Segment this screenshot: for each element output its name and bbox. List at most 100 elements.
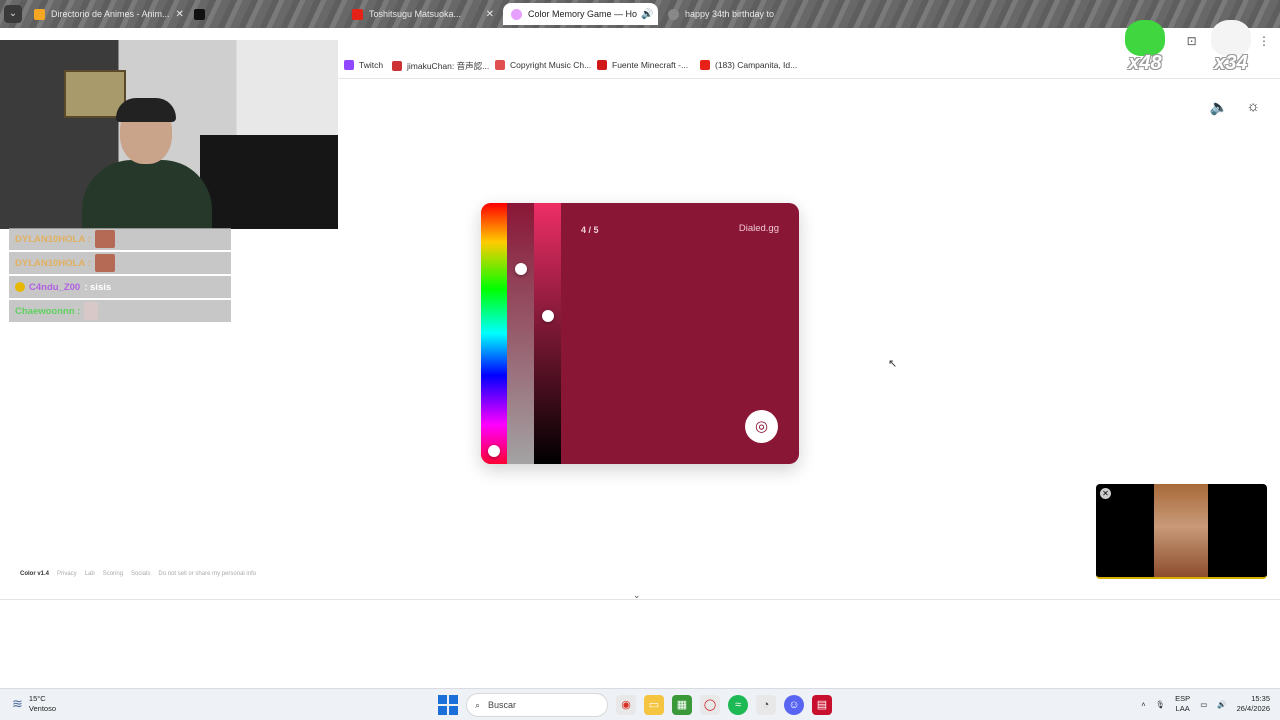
language-code: ESP <box>1175 694 1191 703</box>
hue-slider[interactable] <box>481 203 507 464</box>
chat-message: DYLAN10HOLA : <box>9 252 231 274</box>
discord-icon[interactable]: ☺ <box>784 695 804 715</box>
chat-message: Chaewoonnn : <box>9 300 231 322</box>
search-placeholder: Buscar <box>488 700 517 710</box>
taskbar-apps: ⌕ Buscar ◉ ▭ ▦ ◯ ≈ ◔ ☺ ▤ <box>438 693 832 717</box>
minecraft-icon[interactable]: ▦ <box>672 695 692 715</box>
version-label: Color v1.4 <box>20 571 50 577</box>
clock-time: 15:35 <box>1251 694 1270 703</box>
tab-youtube[interactable]: Toshitsugu Matsuoka... ✕ <box>344 3 502 25</box>
wind-icon: ≋ <box>12 696 23 711</box>
footer-link-socials[interactable]: Socials <box>131 571 150 577</box>
chat-message: DYLAN10HOLA : <box>9 228 231 250</box>
saturation-slider-handle[interactable] <box>515 263 527 275</box>
chat-username: DYLAN10HOLA : <box>15 233 91 245</box>
jimakuchan-icon <box>392 61 402 71</box>
browser-tab-strip: ⌄ Directorio de Animes - Anim... ✕ Toshi… <box>0 0 1280 28</box>
stream-chat: DYLAN10HOLA : DYLAN10HOLA : C4ndu_Z00 : … <box>9 228 231 324</box>
font-icon <box>597 60 607 70</box>
streamer-cap <box>116 98 176 122</box>
chevron-up-icon[interactable]: ˄ <box>1141 700 1145 709</box>
close-icon[interactable]: ✕ <box>1100 488 1111 499</box>
chat-username: DYLAN10HOLA : <box>15 257 91 269</box>
close-icon[interactable]: ✕ <box>653 9 658 20</box>
round-counter: 4 / 5 <box>581 225 599 235</box>
counter-white: x34 <box>1203 20 1259 75</box>
webcam-overlay <box>0 40 338 229</box>
color-game-card: 4 / 5 Dialed.gg ◎ <box>481 203 799 464</box>
tab-tiktok[interactable] <box>186 3 342 25</box>
windows-start-icon[interactable] <box>438 695 458 715</box>
footer-link-scoring[interactable]: Scoring <box>103 571 123 577</box>
hue-slider-handle[interactable] <box>488 445 500 457</box>
saturation-slider[interactable] <box>507 203 534 464</box>
streamer <box>82 98 212 229</box>
mini-video-player[interactable]: ✕ <box>1096 484 1267 579</box>
chevron-down-icon[interactable]: ⌄ <box>633 590 641 601</box>
badge-icon <box>15 282 25 292</box>
bookmark-campanita[interactable]: (183) Campanita, Id... <box>700 60 797 70</box>
tab-title: Directorio de Animes - Anim... <box>51 9 170 19</box>
footer-link-privacy[interactable]: Privacy <box>57 571 77 577</box>
network-icon[interactable]: ▭ <box>1200 700 1207 709</box>
bookmark-copyright-music[interactable]: Copyright Music Ch... <box>495 60 591 70</box>
menu-icon[interactable]: ⋮ <box>1258 34 1270 49</box>
language-indicator[interactable]: ESP LAA <box>1175 694 1190 714</box>
bookmark-label: (183) Campanita, Id... <box>715 60 798 70</box>
weather-widget[interactable]: ≋ 15°C Ventoso <box>12 694 56 714</box>
clock[interactable]: 15:35 26/4/2026 <box>1237 694 1270 714</box>
bookmark-label: Fuente Minecraft -... <box>612 60 689 70</box>
tab-favicon <box>511 8 522 20</box>
bookmark-label: Copyright Music Ch... <box>510 60 592 70</box>
footer-link-lab[interactable]: Lab <box>85 571 95 577</box>
chrome-icon[interactable]: ◉ <box>616 695 636 715</box>
bookmark-fuente-minecraft[interactable]: Fuente Minecraft -... <box>597 60 688 70</box>
emote-icon <box>94 254 115 272</box>
temperature: 15°C <box>28 694 46 703</box>
tab-favicon <box>34 8 45 20</box>
emote-icon <box>94 230 115 248</box>
emote-icon <box>84 302 99 320</box>
brightness-slider[interactable] <box>534 203 561 464</box>
speaker-icon[interactable]: 🔊 <box>637 9 653 20</box>
footer-links: Color v1.4 Privacy Lab Scoring Socials D… <box>20 571 256 577</box>
tab-favicon <box>668 8 679 20</box>
voicemeeter-icon[interactable]: ▤ <box>812 695 832 715</box>
search-icon: ⌕ <box>475 699 481 710</box>
tab-birthday[interactable]: happy 34th birthday to <box>660 3 820 25</box>
bookmark-twitch[interactable]: Twitch <box>344 60 383 70</box>
spotify-icon[interactable]: ≈ <box>728 695 748 715</box>
close-icon[interactable]: ✕ <box>480 9 494 20</box>
counter-value: x34 <box>1214 52 1248 74</box>
volume-icon[interactable]: 🔈 <box>1210 98 1229 116</box>
chat-username: Chaewoonnn : <box>15 305 81 317</box>
tab-search-button[interactable]: ⌄ <box>4 5 22 23</box>
brightness-slider-handle[interactable] <box>542 310 554 322</box>
webcam-monitor <box>200 135 338 229</box>
file-explorer-icon[interactable]: ▭ <box>644 695 664 715</box>
brand-label: Dialed.gg <box>738 223 779 234</box>
opera-icon[interactable]: ◯ <box>700 695 720 715</box>
sun-icon[interactable]: ☼ <box>1246 98 1260 116</box>
twitch-icon <box>344 60 354 70</box>
system-tray: ˄ 🎙 ESP LAA ▭ 🔊 15:35 26/4/2026 <box>1141 694 1270 714</box>
install-icon[interactable]: ⊡ <box>1187 34 1197 49</box>
microphone-icon[interactable]: 🎙 <box>1156 700 1166 709</box>
obs-icon[interactable]: ◔ <box>756 695 776 715</box>
counter-green: x48 <box>1117 20 1173 75</box>
submit-button[interactable]: ◎ <box>745 410 778 443</box>
footer-link-privacy-choices[interactable]: Do not sell or share my personal info <box>158 571 256 577</box>
tab-color-memory-game[interactable]: Color Memory Game — Ho 🔊 ✕ <box>503 3 658 25</box>
close-icon[interactable]: ✕ <box>170 9 184 20</box>
counter-value: x48 <box>1128 52 1162 74</box>
speaker-icon[interactable]: 🔊 <box>1217 700 1226 709</box>
tab-animes[interactable]: Directorio de Animes - Anim... ✕ <box>26 3 186 25</box>
bookmark-jimakuchan[interactable]: jimakuChan: 音声認... <box>392 60 489 72</box>
tab-title: Color Memory Game — Ho <box>528 9 638 19</box>
taskbar-search[interactable]: ⌕ Buscar <box>466 693 608 717</box>
chat-username: C4ndu_Z00 <box>29 281 81 293</box>
tab-title: Toshitsugu Matsuoka... <box>369 9 462 19</box>
tab-title: happy 34th birthday to <box>685 9 775 19</box>
clock-date: 26/4/2026 <box>1236 704 1270 713</box>
target-icon: ◎ <box>754 418 769 435</box>
